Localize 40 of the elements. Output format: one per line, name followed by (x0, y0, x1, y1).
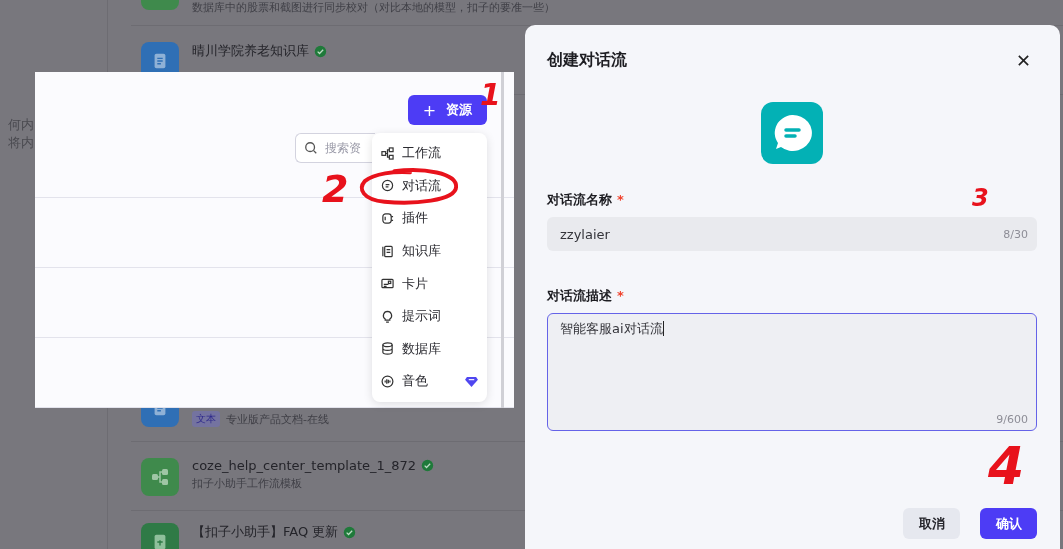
resource-title[interactable]: 【扣子小助手】FAQ 更新 (192, 523, 339, 541)
description-textarea[interactable]: 智能客服ai对话流 9/600 (547, 313, 1037, 431)
resource-title[interactable]: 晴川学院养老知识库 (192, 42, 309, 60)
chat-bubble-icon (761, 102, 823, 164)
required-asterisk: * (617, 192, 624, 207)
resource-title[interactable]: coze_help_center_template_1_872 (192, 458, 417, 473)
menu-item[interactable]: 对话流 (378, 169, 481, 203)
search-field[interactable]: 搜索资 (295, 133, 375, 163)
card-icon (381, 277, 394, 291)
menu-item[interactable]: 知识库 (378, 234, 481, 268)
database-icon (381, 342, 394, 356)
close-icon[interactable] (1017, 53, 1030, 67)
annotation-number: 3 (972, 186, 989, 210)
name-input-field[interactable]: zzylaier 8/30 (547, 217, 1037, 251)
menu-item[interactable]: 插件 (378, 202, 481, 235)
voice-icon (381, 374, 394, 388)
chatflow-icon (381, 179, 394, 193)
character-count: 9/600 (996, 413, 1028, 426)
knowledge-icon (381, 244, 394, 258)
menu-item[interactable]: 数据库 (378, 332, 481, 366)
field-label: 对话流描述 (547, 288, 612, 303)
dialog-title: 创建对话流 (547, 49, 627, 71)
search-icon (304, 141, 318, 155)
cancel-button[interactable]: 取消 (903, 508, 960, 539)
annotation-number: 2 (322, 170, 349, 208)
required-asterisk: * (617, 288, 624, 303)
type-tag: 文本 (192, 411, 220, 427)
menu-item[interactable]: 工作流 (378, 137, 481, 170)
menu-item[interactable]: 音色 (378, 365, 481, 398)
scrollbar[interactable] (501, 72, 504, 408)
confirm-button[interactable]: 确认 (980, 508, 1037, 539)
character-count: 8/30 (1003, 227, 1028, 241)
resource-icon (141, 458, 179, 496)
field-label: 对话流名称 (547, 192, 612, 207)
prompt-icon (381, 309, 394, 323)
annotation-number: 4 (988, 440, 1025, 492)
workflow-icon (381, 146, 394, 160)
menu-item[interactable]: 卡片 (378, 267, 481, 300)
plugin-icon (381, 212, 394, 225)
menu-item[interactable]: 提示词 (378, 299, 481, 333)
